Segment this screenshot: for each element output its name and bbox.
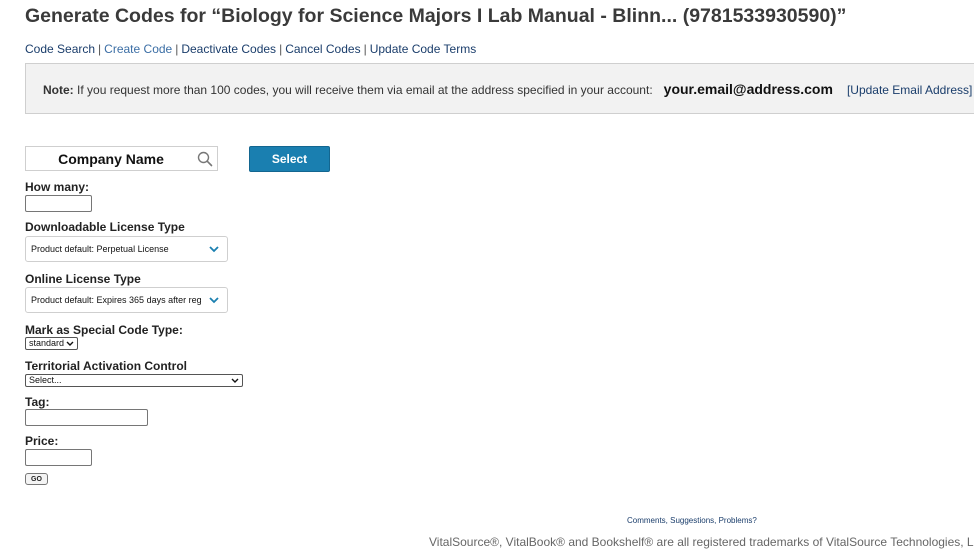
- special-code-select[interactable]: standard: [25, 337, 78, 350]
- downloadable-license-select[interactable]: Product default: Perpetual License: [25, 236, 228, 262]
- trademark-notice: VitalSource®, VitalBook® and Bookshelf® …: [429, 535, 974, 549]
- company-search-box: [25, 146, 218, 171]
- nav-separator: |: [279, 42, 283, 56]
- code-nav: Code Search | Create Code | Deactivate Codes…: [25, 42, 476, 56]
- nav-code-search[interactable]: Code Search: [25, 42, 95, 56]
- nav-update-code-terms[interactable]: Update Code Terms: [370, 42, 477, 56]
- nav-separator: |: [98, 42, 102, 56]
- online-license-value: Product default: Expires 365 days after …: [31, 295, 201, 305]
- chevron-down-icon: [231, 378, 239, 383]
- nav-separator: |: [363, 42, 367, 56]
- email-note-box: Note: If you request more than 100 codes…: [25, 63, 974, 114]
- online-license-label: Online License Type: [25, 272, 141, 286]
- chevron-down-icon: [209, 246, 219, 253]
- tag-input[interactable]: [25, 409, 148, 426]
- price-label: Price:: [25, 434, 59, 448]
- nav-cancel-codes[interactable]: Cancel Codes: [285, 42, 360, 56]
- chevron-down-icon: [66, 341, 74, 346]
- nav-deactivate-codes[interactable]: Deactivate Codes: [181, 42, 276, 56]
- online-license-select[interactable]: Product default: Expires 365 days after …: [25, 287, 228, 313]
- search-icon[interactable]: [197, 151, 213, 167]
- how-many-label: How many:: [25, 180, 90, 194]
- downloadable-license-label: Downloadable License Type: [25, 220, 185, 234]
- account-email: your.email@address.com: [663, 81, 833, 97]
- special-code-value: standard: [29, 338, 65, 348]
- nav-separator: |: [175, 42, 179, 56]
- price-input[interactable]: [25, 449, 92, 466]
- territorial-value: Select...: [29, 375, 62, 385]
- update-email-link[interactable]: [Update Email Address]: [847, 83, 972, 97]
- territorial-label: Territorial Activation Control: [25, 359, 188, 373]
- note-text: If you request more than 100 codes, you …: [77, 83, 653, 97]
- downloadable-license-value: Product default: Perpetual License: [31, 244, 169, 254]
- go-button[interactable]: GO: [25, 473, 48, 485]
- how-many-input[interactable]: [25, 195, 92, 212]
- territorial-select[interactable]: Select...: [25, 374, 243, 387]
- chevron-down-icon: [209, 297, 219, 304]
- tag-label: Tag:: [25, 395, 50, 409]
- nav-create-code[interactable]: Create Code: [104, 42, 172, 56]
- comments-link[interactable]: Comments, Suggestions, Problems?: [627, 516, 757, 525]
- company-name-input[interactable]: [26, 147, 196, 170]
- note-label: Note:: [43, 83, 74, 97]
- page-title: Generate Codes for “Biology for Science …: [25, 5, 847, 27]
- select-button[interactable]: Select: [249, 146, 330, 172]
- special-code-label: Mark as Special Code Type:: [25, 323, 183, 337]
